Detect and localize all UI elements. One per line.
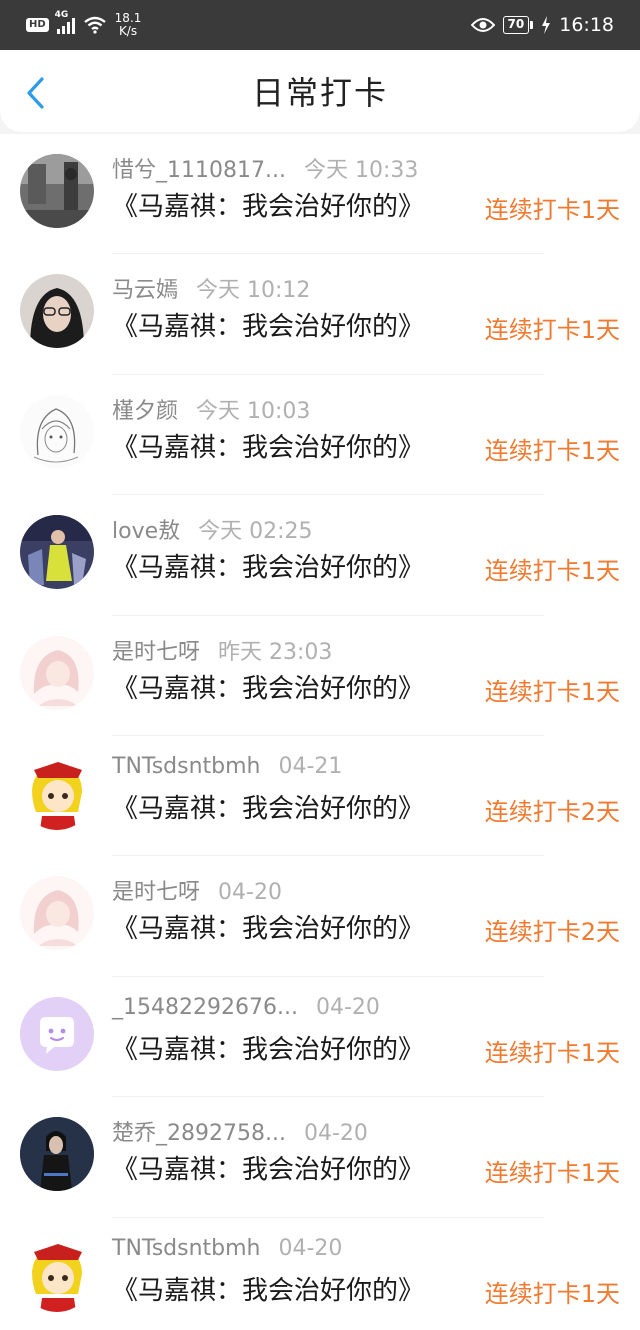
checkin-meta: 惜兮_1110817... 今天 10:33 <box>112 152 418 184</box>
checkin-row[interactable]: 槿夕颜 今天 10:03 《马嘉祺：我会治好你的》 连续打卡1天 <box>0 375 640 496</box>
checkin-row[interactable]: 是时七呀 昨天 23:03 《马嘉祺：我会治好你的》 连续打卡1天 <box>0 616 640 736</box>
avatar[interactable] <box>20 1237 94 1312</box>
avatar[interactable] <box>20 154 94 228</box>
user-name[interactable]: TNTsdsntbmh <box>112 1236 261 1261</box>
wifi-icon <box>83 16 106 34</box>
chevron-left-icon[interactable] <box>22 76 52 110</box>
streak-label: 连续打卡1天 <box>484 196 620 224</box>
clock: 16:18 <box>559 14 614 36</box>
checkin-row[interactable]: _15482292676... 04-20 《马嘉祺：我会治好你的》 连续打卡1… <box>0 977 640 1098</box>
user-name[interactable]: 楚乔_2892758... <box>112 1115 286 1147</box>
page-title: 日常打卡 <box>251 74 388 112</box>
streak-label: 连续打卡2天 <box>484 918 620 947</box>
user-name[interactable]: 槿夕颜 <box>112 393 178 425</box>
checkin-time: 昨天 23:03 <box>218 639 333 665</box>
checkin-meta: 楚乔_2892758... 04-20 <box>112 1115 368 1147</box>
checkin-meta: TNTsdsntbmh 04-21 <box>112 754 342 779</box>
checkin-time: 04-20 <box>303 1121 368 1147</box>
checkin-meta: _15482292676... 04-20 <box>112 995 380 1020</box>
checkin-time: 今天 02:25 <box>198 519 313 545</box>
eye-icon <box>470 18 495 32</box>
checkin-content: 《马嘉祺：我会治好你的》 <box>112 914 425 945</box>
checkin-time: 今天 10:03 <box>196 398 311 424</box>
signal-icon: 4G <box>55 10 75 34</box>
streak-label: 连续打卡1天 <box>484 557 620 586</box>
status-left: HD 4G 18.1 K/s <box>26 10 142 38</box>
network-type: 4G <box>54 10 69 20</box>
checkin-time: 04-20 <box>278 1235 343 1261</box>
battery-level: 70 <box>502 16 530 34</box>
checkin-content: 《马嘉祺：我会治好你的》 <box>112 553 425 584</box>
user-name[interactable]: 是时七呀 <box>112 634 200 666</box>
hd-badge: HD <box>26 18 49 32</box>
streak-label: 连续打卡1天 <box>484 1159 620 1188</box>
checkin-meta: 是时七呀 昨天 23:03 <box>112 634 332 666</box>
checkin-row[interactable]: love敖 今天 02:25 《马嘉祺：我会治好你的》 连续打卡1天 <box>0 495 640 616</box>
checkin-content: 《马嘉祺：我会治好你的》 <box>112 793 425 824</box>
avatar[interactable] <box>20 515 94 590</box>
checkin-time: 今天 10:33 <box>303 158 419 183</box>
battery-cap <box>530 21 534 29</box>
checkin-list: 惜兮_1110817... 今天 10:33 《马嘉祺：我会治好你的》 连续打卡… <box>0 134 640 1330</box>
checkin-content: 《马嘉祺：我会治好你的》 <box>112 432 425 463</box>
user-name[interactable]: 马云嫣 <box>112 272 178 304</box>
network-speed: 18.1 K/s <box>115 12 142 38</box>
avatar[interactable] <box>20 755 94 830</box>
checkin-time: 04-20 <box>218 880 282 906</box>
checkin-content: 《马嘉祺：我会治好你的》 <box>112 1155 425 1186</box>
user-name[interactable]: TNTsdsntbmh <box>112 754 261 779</box>
checkin-row[interactable]: 马云嫣 今天 10:12 《马嘉祺：我会治好你的》 连续打卡1天 <box>0 254 640 375</box>
checkin-row[interactable]: 楚乔_2892758... 04-20 《马嘉祺：我会治好你的》 连续打卡1天 <box>0 1097 640 1218</box>
user-name[interactable]: 是时七呀 <box>112 874 200 906</box>
status-bar: HD 4G 18.1 K/s 70 16:18 <box>0 0 640 50</box>
streak-label: 连续打卡1天 <box>484 677 620 706</box>
avatar[interactable] <box>20 274 94 349</box>
checkin-meta: TNTsdsntbmh 04-20 <box>112 1236 342 1261</box>
streak-label: 连续打卡1天 <box>484 316 620 345</box>
checkin-content: 《马嘉祺：我会治好你的》 <box>112 1275 425 1306</box>
streak-label: 连续打卡1天 <box>484 1038 620 1067</box>
status-right: 70 16:18 <box>470 14 614 36</box>
user-name[interactable]: love敖 <box>112 513 180 545</box>
checkin-row[interactable]: 惜兮_1110817... 今天 10:33 《马嘉祺：我会治好你的》 连续打卡… <box>0 134 640 255</box>
avatar[interactable] <box>20 394 94 469</box>
avatar[interactable] <box>20 876 94 951</box>
nav-header: 日常打卡 <box>0 50 640 134</box>
user-name[interactable]: 惜兮_1110817... <box>112 152 286 184</box>
nav-header-bar: 日常打卡 <box>0 50 640 132</box>
checkin-meta: love敖 今天 02:25 <box>112 513 313 545</box>
streak-label: 连续打卡1天 <box>484 1279 620 1308</box>
checkin-row[interactable]: 是时七呀 04-20 《马嘉祺：我会治好你的》 连续打卡2天 <box>0 856 640 977</box>
user-name[interactable]: _15482292676... <box>112 995 298 1020</box>
checkin-content: 《马嘉祺：我会治好你的》 <box>112 1034 425 1065</box>
checkin-row[interactable]: TNTsdsntbmh 04-20 《马嘉祺：我会治好你的》 连续打卡1天 <box>0 1218 640 1330</box>
avatar[interactable] <box>20 996 94 1071</box>
avatar[interactable] <box>20 635 94 710</box>
checkin-content: 《马嘉祺：我会治好你的》 <box>112 673 425 704</box>
charging-icon <box>542 16 551 34</box>
checkin-row[interactable]: TNTsdsntbmh 04-21 《马嘉祺：我会治好你的》 连续打卡2天 <box>0 736 640 857</box>
checkin-time: 04-20 <box>315 994 380 1020</box>
checkin-time: 04-21 <box>278 753 343 779</box>
checkin-meta: 槿夕颜 今天 10:03 <box>112 393 310 425</box>
streak-label: 连续打卡1天 <box>484 436 620 465</box>
speed-unit: K/s <box>118 24 138 38</box>
avatar[interactable] <box>20 1117 94 1192</box>
streak-label: 连续打卡2天 <box>484 797 620 826</box>
checkin-content: 《马嘉祺：我会治好你的》 <box>112 192 425 222</box>
checkin-meta: 马云嫣 今天 10:12 <box>112 272 310 304</box>
checkin-content: 《马嘉祺：我会治好你的》 <box>112 312 425 343</box>
checkin-meta: 是时七呀 04-20 <box>112 874 282 906</box>
checkin-time: 今天 10:12 <box>196 278 311 304</box>
